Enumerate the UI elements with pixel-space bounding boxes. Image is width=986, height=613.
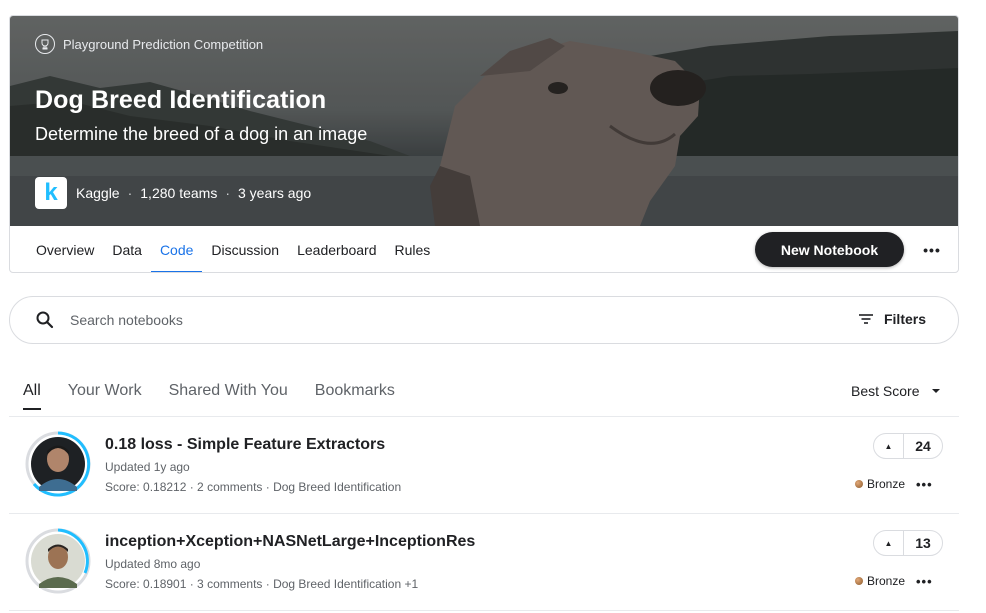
host-name[interactable]: Kaggle	[76, 185, 120, 201]
notebook-row[interactable]: 0.18 loss - Simple Feature Extractors Up…	[9, 417, 959, 513]
competition-header-card: Playground Prediction Competition Dog Br…	[9, 15, 959, 273]
sort-dropdown[interactable]: Best Score	[851, 383, 941, 399]
tab-rules[interactable]: Rules	[386, 226, 440, 272]
new-notebook-button[interactable]: New Notebook	[755, 232, 904, 267]
avatar[interactable]	[25, 431, 91, 497]
filters-button[interactable]: Filters	[858, 311, 926, 327]
bronze-medal-icon	[855, 577, 863, 585]
notebook-search-bar[interactable]: Search notebooks Filters	[9, 296, 959, 344]
subtab-shared-with-you[interactable]: Shared With You	[169, 382, 288, 404]
list-divider	[9, 610, 959, 611]
competition-banner: Playground Prediction Competition Dog Br…	[10, 16, 958, 226]
competition-type-label: Playground Prediction Competition	[63, 36, 264, 52]
more-icon[interactable]: •••	[916, 574, 933, 589]
medal-label: Bronze	[867, 574, 906, 588]
notebook-title[interactable]: inception+Xception+NASNetLarge+Inception…	[105, 533, 475, 551]
team-count: 1,280 teams	[140, 185, 218, 201]
vote-control: ▲ 24	[873, 433, 943, 459]
subtab-bookmarks[interactable]: Bookmarks	[315, 382, 395, 404]
tab-discussion[interactable]: Discussion	[202, 226, 288, 272]
sort-label: Best Score	[851, 383, 920, 399]
notebook-updated: Updated 8mo ago	[105, 557, 201, 571]
caret-down-icon	[932, 389, 941, 393]
competition-type: Playground Prediction Competition	[35, 34, 263, 54]
separator-dot: ·	[225, 185, 230, 201]
tab-leaderboard[interactable]: Leaderboard	[288, 226, 385, 272]
more-options-icon[interactable]: •••	[920, 238, 944, 262]
medal-badge: Bronze	[855, 477, 905, 491]
avatar[interactable]	[25, 528, 91, 594]
kaggle-logo[interactable]: k	[35, 177, 67, 209]
trophy-icon	[35, 34, 55, 54]
upvote-icon[interactable]: ▲	[874, 531, 904, 555]
notebook-title[interactable]: 0.18 loss - Simple Feature Extractors	[105, 436, 385, 454]
notebook-updated: Updated 1y ago	[105, 460, 190, 474]
more-icon[interactable]: •••	[916, 477, 933, 492]
notebook-meta: Score: 0.18212 · 2 comments · Dog Breed …	[105, 480, 402, 494]
notebook-meta: Score: 0.18901 · 3 comments · Dog Breed …	[105, 577, 419, 591]
medal-badge: Bronze	[855, 574, 905, 588]
search-icon	[36, 311, 54, 329]
competition-host-info: k Kaggle · 1,280 teams · 3 years ago	[35, 177, 311, 209]
bronze-medal-icon	[855, 480, 863, 488]
competition-age: 3 years ago	[238, 185, 312, 201]
vote-count: 13	[915, 535, 931, 551]
competition-tabs: Overview Data Code Discussion Leaderboar…	[10, 226, 958, 272]
filter-icon	[858, 314, 873, 324]
competition-title: Dog Breed Identification	[35, 86, 327, 114]
subtab-your-work[interactable]: Your Work	[68, 382, 142, 404]
tab-code[interactable]: Code	[150, 226, 203, 272]
competition-subtitle: Determine the breed of a dog in an image	[35, 124, 368, 144]
filters-label: Filters	[883, 311, 926, 327]
medal-label: Bronze	[867, 477, 906, 491]
upvote-icon[interactable]: ▲	[874, 434, 904, 458]
notebook-row[interactable]: inception+Xception+NASNetLarge+Inception…	[9, 514, 959, 610]
separator-dot: ·	[127, 185, 133, 201]
search-input[interactable]: Search notebooks	[70, 312, 183, 328]
tab-data[interactable]: Data	[103, 226, 151, 272]
vote-control: ▲ 13	[873, 530, 943, 556]
vote-count: 24	[915, 438, 931, 454]
notebook-filter-tabs: All Your Work Shared With You Bookmarks	[23, 382, 422, 410]
subtab-all[interactable]: All	[23, 382, 41, 410]
tab-overview[interactable]: Overview	[27, 226, 103, 272]
